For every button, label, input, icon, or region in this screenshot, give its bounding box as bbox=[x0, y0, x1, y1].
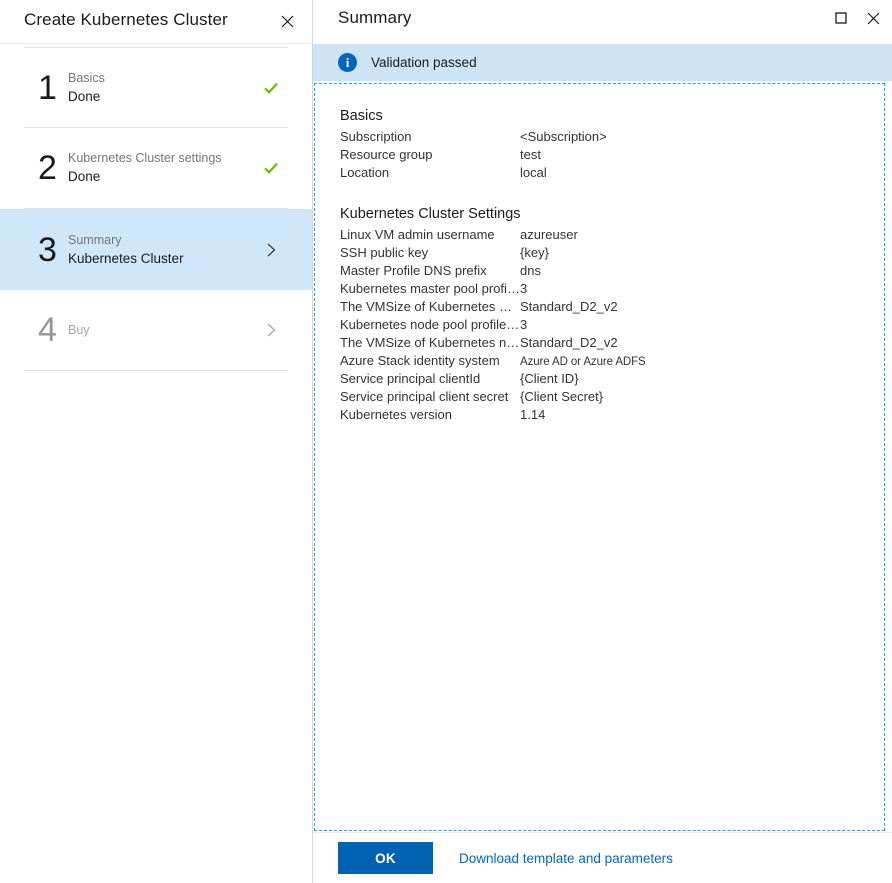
summary-row-value: dns bbox=[520, 262, 541, 280]
step-sublabel: Done bbox=[68, 87, 254, 107]
step-text: BasicsDone bbox=[62, 69, 254, 107]
window-controls bbox=[826, 4, 888, 32]
summary-row: Resource grouptest bbox=[340, 146, 884, 164]
check-icon bbox=[254, 80, 288, 96]
create-kubernetes-cluster-window: Create Kubernetes Cluster 1BasicsDone2Ku… bbox=[0, 0, 892, 883]
step-label: Kubernetes Cluster settings bbox=[68, 149, 254, 167]
wizard-steps: 1BasicsDone2Kubernetes Cluster settingsD… bbox=[0, 47, 312, 371]
summary-row: Locationlocal bbox=[340, 164, 884, 182]
summary-row: The VMSize of Kubernetes nodeStandard_D2… bbox=[340, 334, 884, 352]
step-text: Kubernetes Cluster settingsDone bbox=[62, 149, 254, 187]
summary-content-frame: BasicsSubscription<Subscription>Resource… bbox=[314, 83, 885, 831]
summary-panel: Summary i Validation passed BasicsSubscr bbox=[313, 0, 892, 883]
step-sublabel: Done bbox=[68, 167, 254, 187]
summary-row-value: <Subscription> bbox=[520, 128, 607, 146]
summary-row-key: Location bbox=[340, 164, 520, 182]
section-title: Basics bbox=[340, 106, 884, 127]
step-text: Buy bbox=[62, 321, 254, 339]
summary-row: Service principal clientId{Client ID} bbox=[340, 370, 884, 388]
summary-row-key: Kubernetes node pool profile count bbox=[340, 316, 520, 334]
summary-row-value: Standard_D2_v2 bbox=[520, 334, 618, 352]
summary-row-key: Azure Stack identity system bbox=[340, 352, 520, 370]
summary-row-key: The VMSize of Kubernetes node bbox=[340, 334, 520, 352]
summary-row-value: Azure AD or Azure ADFS bbox=[520, 353, 646, 371]
summary-sections: BasicsSubscription<Subscription>Resource… bbox=[315, 84, 884, 424]
wizard-panel: Create Kubernetes Cluster 1BasicsDone2Ku… bbox=[0, 0, 313, 883]
wizard-step-1[interactable]: 1BasicsDone bbox=[24, 47, 288, 128]
summary-row-key: Kubernetes version bbox=[340, 406, 520, 424]
step-label: Summary bbox=[68, 231, 254, 249]
summary-row: Kubernetes node pool profile count3 bbox=[340, 316, 884, 334]
summary-row: Service principal client secret{Client S… bbox=[340, 388, 884, 406]
section-spacer bbox=[340, 182, 884, 204]
summary-row-key: Service principal client secret bbox=[340, 388, 520, 406]
page-title: Create Kubernetes Cluster bbox=[24, 10, 228, 30]
wizard-step-2[interactable]: 2Kubernetes Cluster settingsDone bbox=[24, 128, 288, 209]
maximize-icon[interactable] bbox=[826, 4, 856, 32]
validation-banner: i Validation passed bbox=[313, 44, 892, 81]
close-icon[interactable] bbox=[858, 4, 888, 32]
step-number: 4 bbox=[24, 313, 62, 347]
summary-row-value: 3 bbox=[520, 316, 527, 334]
summary-row: Linux VM admin usernameazureuser bbox=[340, 226, 884, 244]
close-icon[interactable] bbox=[272, 6, 302, 36]
summary-row-value: local bbox=[520, 164, 547, 182]
summary-row: Kubernetes master pool profile count3 bbox=[340, 280, 884, 298]
summary-row-key: The VMSize of Kubernetes master bbox=[340, 298, 520, 316]
validation-message: Validation passed bbox=[371, 55, 477, 70]
step-sublabel: Kubernetes Cluster bbox=[68, 249, 254, 269]
step-label: Basics bbox=[68, 69, 254, 87]
step-text: SummaryKubernetes Cluster bbox=[62, 231, 254, 269]
summary-row: Master Profile DNS prefixdns bbox=[340, 262, 884, 280]
summary-row: Kubernetes version1.14 bbox=[340, 406, 884, 424]
summary-row: SSH public key{key} bbox=[340, 244, 884, 262]
summary-row-key: SSH public key bbox=[340, 244, 520, 262]
summary-row-value: Standard_D2_v2 bbox=[520, 298, 618, 316]
summary-row-value: {Client ID} bbox=[520, 370, 579, 388]
summary-row: Azure Stack identity systemAzure AD or A… bbox=[340, 352, 884, 370]
section-title: Kubernetes Cluster Settings bbox=[340, 204, 884, 225]
chevron-right-icon bbox=[254, 242, 288, 258]
summary-row-value: test bbox=[520, 146, 541, 164]
info-icon: i bbox=[338, 53, 357, 72]
wizard-step-3[interactable]: 3SummaryKubernetes Cluster bbox=[0, 209, 312, 290]
summary-footer: OK Download template and parameters bbox=[313, 832, 892, 883]
summary-row: The VMSize of Kubernetes masterStandard_… bbox=[340, 298, 884, 316]
summary-row-value: {Client Secret} bbox=[520, 388, 603, 406]
step-number: 2 bbox=[24, 151, 62, 185]
summary-row-key: Subscription bbox=[340, 128, 520, 146]
step-number: 3 bbox=[24, 233, 62, 267]
summary-title: Summary bbox=[338, 8, 411, 28]
summary-row-key: Master Profile DNS prefix bbox=[340, 262, 520, 280]
wizard-step-4: 4 Buy bbox=[24, 290, 288, 371]
summary-row-value: azureuser bbox=[520, 226, 578, 244]
summary-row-value: 3 bbox=[520, 280, 527, 298]
summary-row-key: Linux VM admin username bbox=[340, 226, 520, 244]
wizard-header: Create Kubernetes Cluster bbox=[0, 0, 312, 44]
summary-row-key: Kubernetes master pool profile count bbox=[340, 280, 520, 298]
summary-row-value: 1.14 bbox=[520, 406, 545, 424]
check-icon bbox=[254, 160, 288, 176]
download-template-link[interactable]: Download template and parameters bbox=[459, 851, 673, 866]
step-label: Buy bbox=[68, 321, 254, 339]
chevron-right-icon bbox=[254, 322, 288, 338]
summary-row-key: Service principal clientId bbox=[340, 370, 520, 388]
step-number: 1 bbox=[24, 71, 62, 105]
summary-header: Summary bbox=[313, 0, 892, 44]
summary-row-value: {key} bbox=[520, 244, 549, 262]
summary-row: Subscription<Subscription> bbox=[340, 128, 884, 146]
summary-row-key: Resource group bbox=[340, 146, 520, 164]
ok-button[interactable]: OK bbox=[338, 842, 433, 874]
